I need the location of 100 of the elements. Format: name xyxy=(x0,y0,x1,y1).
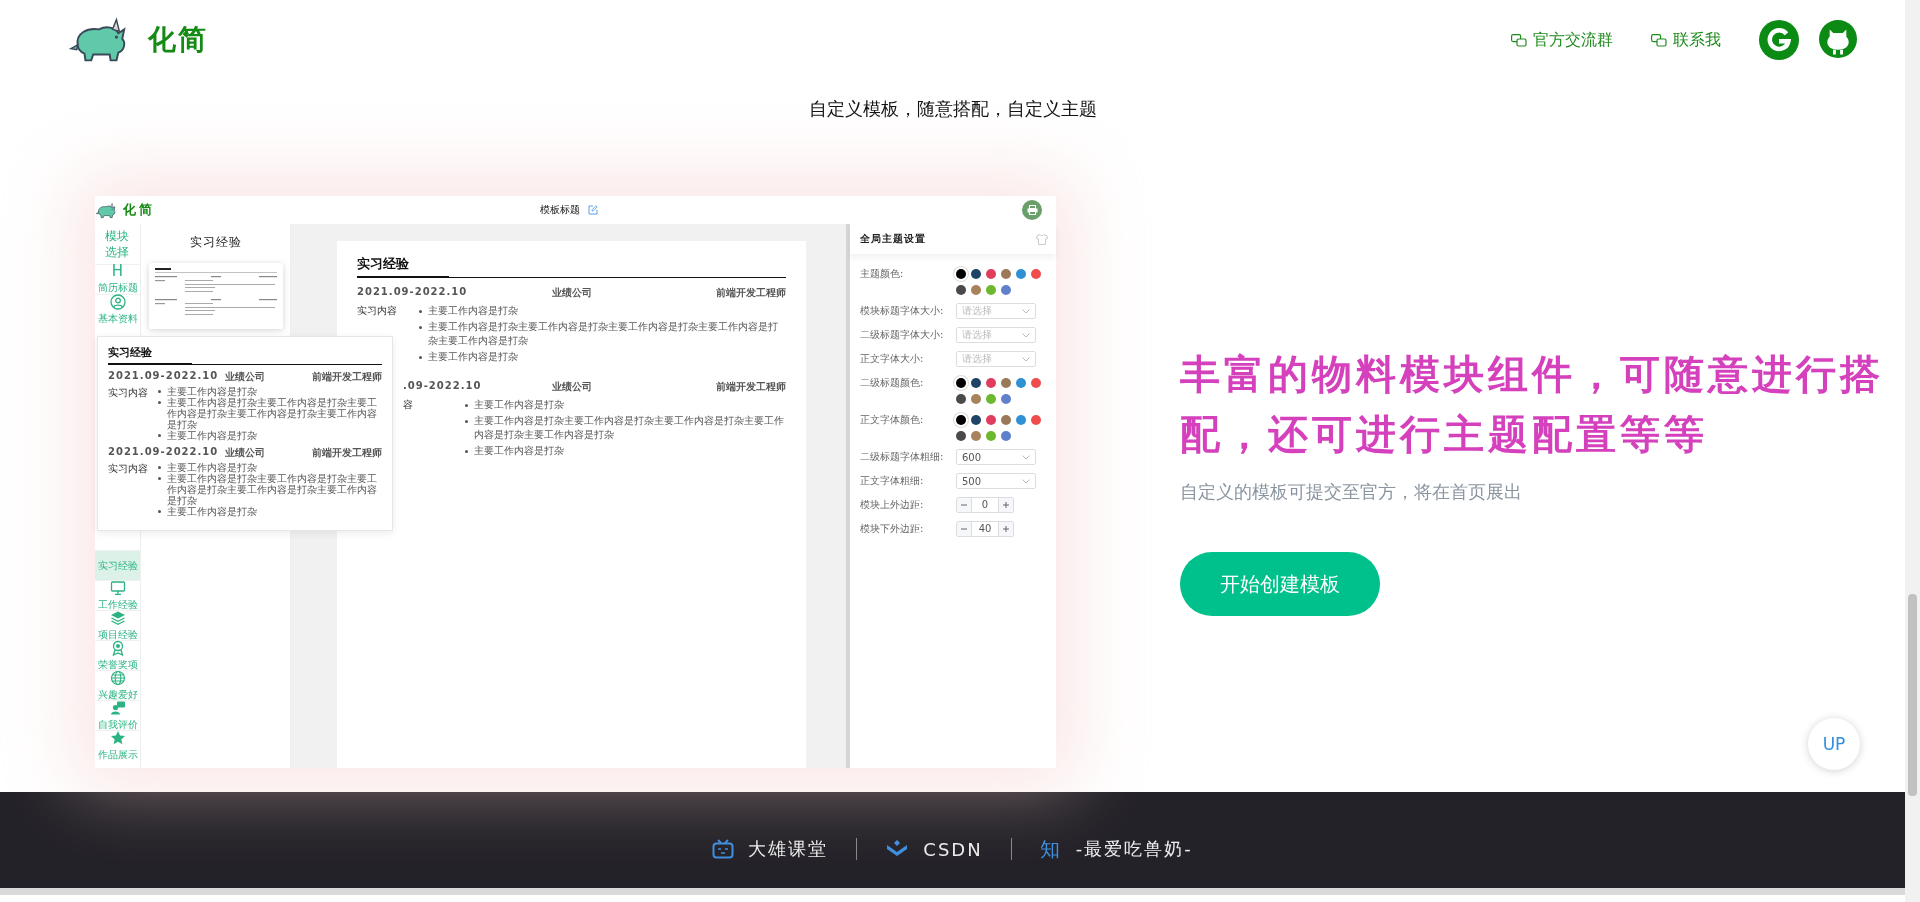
printer-icon xyxy=(1026,205,1038,215)
plus-button[interactable] xyxy=(999,522,1013,536)
color-swatch[interactable] xyxy=(1001,415,1011,425)
sidebar-item[interactable]: 基本资料 xyxy=(95,294,140,325)
select-field[interactable]: 500 xyxy=(956,473,1036,489)
chevron-down-icon xyxy=(1022,308,1030,314)
minus-button[interactable] xyxy=(957,498,971,512)
circle-logo-icon[interactable] xyxy=(1759,20,1799,60)
entry-label: 实习内容 xyxy=(357,304,398,318)
select-field[interactable]: 请选择 xyxy=(956,351,1036,367)
monitor-icon xyxy=(109,579,126,596)
setting-label: 二级标题字体大小: xyxy=(860,328,945,342)
color-swatch[interactable] xyxy=(956,415,966,425)
footer-link[interactable]: 知 -最爱吃兽奶- xyxy=(1039,835,1193,863)
bullet-text: 主要工作内容是打杂主要工作内容是打杂主要工作内容是打杂主要工作内容是打杂主要工作内容是打杂 xyxy=(428,320,779,348)
chevron-down-icon xyxy=(1022,356,1030,362)
color-swatch[interactable] xyxy=(956,378,966,388)
create-template-button[interactable]: 开始创建模板 xyxy=(1180,552,1380,616)
print-button[interactable] xyxy=(1022,200,1042,220)
sidebar-item[interactable]: 项目经验 xyxy=(95,610,140,640)
color-swatch[interactable] xyxy=(956,269,966,279)
globe-icon xyxy=(109,669,126,686)
color-swatch[interactable] xyxy=(1016,269,1026,279)
entry-company: 业绩公司 xyxy=(225,446,265,460)
header-link[interactable]: 联系我 xyxy=(1651,29,1721,51)
bullet-text: 主要工作内容是打杂 xyxy=(474,444,564,458)
panel-title: 实习经验 xyxy=(189,234,242,251)
sidebar-item[interactable]: 实习经验 xyxy=(95,550,140,580)
sidebar-item[interactable]: 工作经验 xyxy=(95,580,140,610)
plus-button[interactable] xyxy=(999,498,1013,512)
bullet-text: 主要工作内容是打杂 xyxy=(167,386,257,397)
site-mark: 知 xyxy=(1039,835,1062,863)
color-swatch[interactable] xyxy=(986,415,996,425)
setting-label: 模块下外边距: xyxy=(860,522,925,536)
plus-icon xyxy=(1003,526,1009,532)
entry-role: 前端开发工程师 xyxy=(312,446,382,460)
setting-label: 主题颜色: xyxy=(860,267,905,281)
color-swatch[interactable] xyxy=(1001,394,1011,404)
template-thumbnail-drawing[interactable] xyxy=(148,263,283,329)
color-swatch[interactable] xyxy=(956,394,966,404)
color-swatch[interactable] xyxy=(1001,431,1011,441)
color-swatch[interactable] xyxy=(1001,269,1011,279)
bullet-dot xyxy=(419,356,422,359)
color-swatch[interactable] xyxy=(956,285,966,295)
panel-title: 全局主题设置 xyxy=(860,232,926,246)
tv-icon xyxy=(712,839,735,859)
chat-bubbles-icon xyxy=(1651,33,1667,47)
color-swatch[interactable] xyxy=(1016,415,1026,425)
color-swatch[interactable] xyxy=(986,394,996,404)
select-field[interactable]: 请选择 xyxy=(956,303,1036,319)
heading-glyph: H xyxy=(111,264,124,280)
color-swatch[interactable] xyxy=(1001,378,1011,388)
sidebar-item[interactable]: 兴趣爱好 xyxy=(95,670,140,700)
chevrons-icon xyxy=(885,840,910,858)
bullet-dot xyxy=(158,510,161,513)
bullet-dot xyxy=(419,326,422,329)
color-swatch[interactable] xyxy=(971,431,981,441)
bullet-text: 主要工作内容是打杂 xyxy=(474,398,564,412)
color-swatch[interactable] xyxy=(971,269,981,279)
setting-label: 二级标题颜色: xyxy=(860,376,925,390)
sidebar-item[interactable]: 荣誉奖项 xyxy=(95,640,140,670)
color-swatch[interactable] xyxy=(986,378,996,388)
footer-link[interactable]: CSDN xyxy=(885,838,983,860)
color-swatch[interactable] xyxy=(1031,378,1041,388)
minus-button[interactable] xyxy=(957,522,971,536)
color-swatch[interactable] xyxy=(971,394,981,404)
select-field[interactable]: 600 xyxy=(956,449,1036,465)
color-swatch[interactable] xyxy=(1001,285,1011,295)
star-icon xyxy=(109,729,126,746)
sidebar-item[interactable]: H 简历标题 xyxy=(95,264,140,295)
color-swatch[interactable] xyxy=(986,269,996,279)
color-swatch[interactable] xyxy=(971,415,981,425)
color-swatch[interactable] xyxy=(986,285,996,295)
setting-label: 模块上外边距: xyxy=(860,498,925,512)
color-swatch[interactable] xyxy=(1031,269,1041,279)
entry-label: 实习内容 xyxy=(108,462,149,476)
color-swatch[interactable] xyxy=(971,378,981,388)
header-link[interactable]: 官方交流群 xyxy=(1511,29,1613,51)
minus-icon xyxy=(961,526,967,532)
sidebar-item[interactable]: 自我评价 xyxy=(95,700,140,730)
color-swatch[interactable] xyxy=(1031,415,1041,425)
footer-link[interactable]: 大雄课堂 xyxy=(712,837,829,861)
sidebar-heading: 模块选择 xyxy=(104,229,130,261)
person-chat-icon xyxy=(109,699,126,716)
color-swatch[interactable] xyxy=(986,431,996,441)
tagline: 自定义模板，随意搭配，自定义主题 xyxy=(808,97,1097,121)
edit-icon[interactable] xyxy=(587,205,598,215)
chevron-down-icon xyxy=(1022,454,1030,460)
select-field[interactable]: 请选择 xyxy=(956,327,1036,343)
entry-label: 实习内容 xyxy=(108,386,149,400)
sidebar-item[interactable]: 作品展示 xyxy=(95,730,140,760)
bullet-text: 主要工作内容是打杂主要工作内容是打杂主要工作内容是打杂主要工作内容是打杂主要工作内容是打杂 xyxy=(167,397,378,430)
section-heading: 实习经验 xyxy=(108,345,192,365)
scroll-up-button[interactable]: UP xyxy=(1808,718,1860,770)
cat-logo-icon[interactable] xyxy=(1819,20,1857,58)
scrollbar-thumb[interactable] xyxy=(1908,594,1917,796)
color-swatch[interactable] xyxy=(956,431,966,441)
entry-period: 2021.09-2022.10 xyxy=(108,446,220,459)
color-swatch[interactable] xyxy=(1016,378,1026,388)
color-swatch[interactable] xyxy=(971,285,981,295)
